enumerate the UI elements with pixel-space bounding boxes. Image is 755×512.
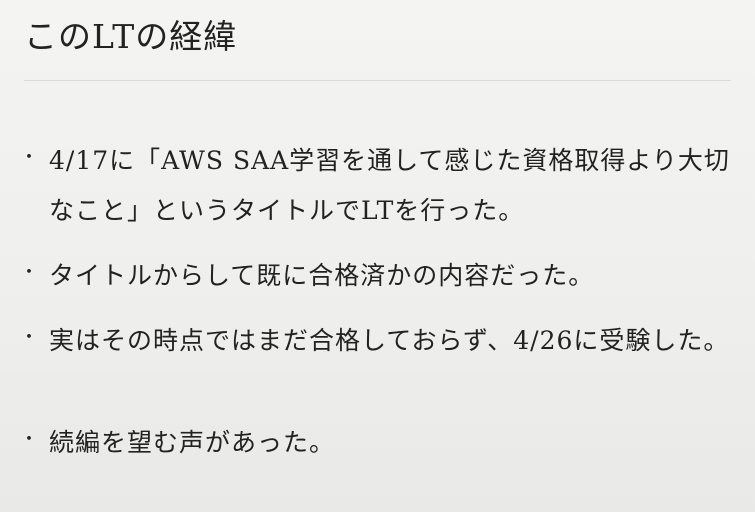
- slide: このLTの経緯 ・ 4/17に「AWS SAA学習を通して感じた資格取得より大切…: [0, 0, 755, 512]
- bullet-marker: ・: [20, 429, 38, 450]
- title-divider: [24, 80, 731, 81]
- bullet-marker: ・: [20, 327, 38, 348]
- bullet-marker: ・: [20, 147, 38, 168]
- bullet-text: 続編を望む声があった。: [49, 428, 336, 457]
- bullet-text: タイトルからして既に合格済かの内容だった。: [49, 261, 595, 290]
- slide-title: このLTの経緯: [24, 17, 238, 56]
- bullet-text: 実はその時点ではまだ合格しておらず、4/26に受験した。: [49, 326, 730, 355]
- bullet-marker: ・: [20, 262, 38, 283]
- bullet-text: 4/17に「AWS SAA学習を通して感じた資格取得より大切なこと」というタイト…: [49, 146, 730, 225]
